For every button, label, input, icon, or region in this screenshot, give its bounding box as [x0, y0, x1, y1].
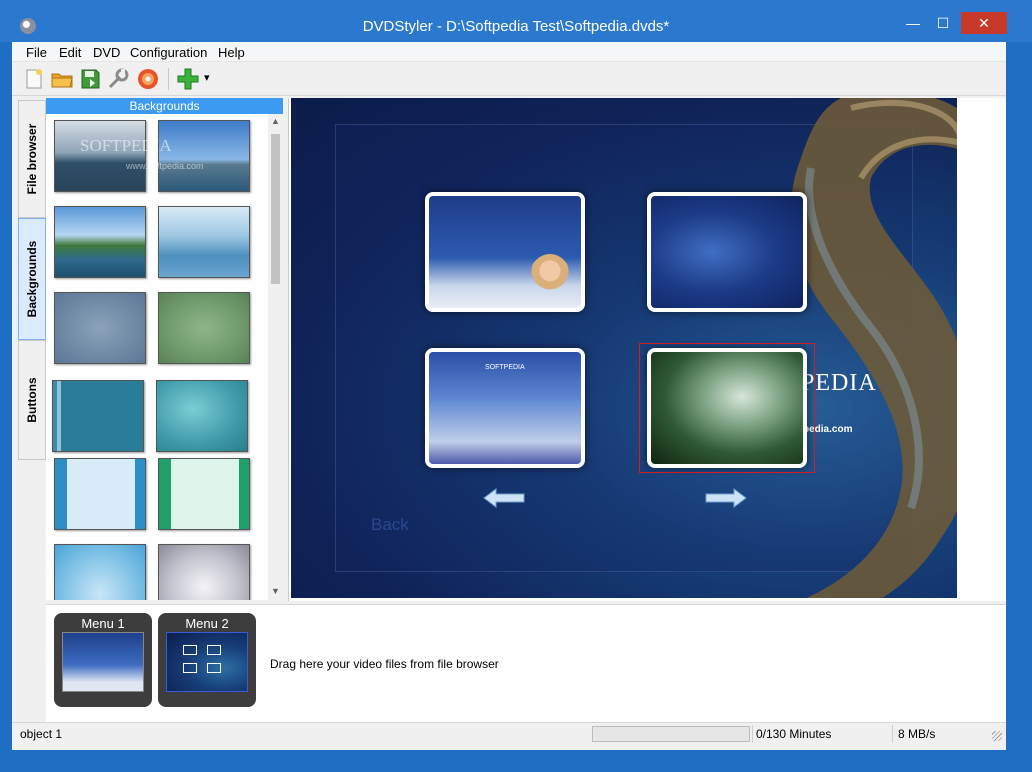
tab-file-browser[interactable]: File browser — [18, 100, 46, 218]
softpedia-watermark-url: www.softpedia.com — [126, 161, 204, 171]
menu-bar: File Edit DVD Configuration Help — [12, 42, 1006, 62]
scrollbar-thumb[interactable] — [271, 134, 280, 284]
background-thumbnail[interactable] — [158, 120, 250, 192]
toolbar-separator — [168, 68, 169, 90]
backgrounds-scrollbar[interactable]: ▲ ▼ — [268, 114, 283, 600]
arrow-left-icon[interactable] — [482, 487, 526, 509]
menu-edit[interactable]: Edit — [59, 45, 81, 60]
background-thumbnail[interactable] — [158, 206, 250, 278]
menu-card-2[interactable]: Menu 2 — [158, 613, 256, 707]
tab-backgrounds-label: Backgrounds — [25, 240, 39, 318]
open-project-icon[interactable] — [50, 67, 74, 91]
status-rate: 8 MB/s — [898, 727, 936, 741]
background-thumbnail[interactable] — [156, 380, 248, 452]
close-button[interactable]: ✕ — [961, 12, 1007, 34]
selection-frame — [639, 343, 815, 473]
settings-icon[interactable] — [106, 67, 130, 91]
status-progress-bar — [592, 726, 750, 742]
background-thumbnail[interactable] — [54, 544, 146, 600]
menu-button-2[interactable] — [647, 192, 807, 312]
menu-configuration[interactable]: Configuration — [130, 45, 207, 60]
backgrounds-list[interactable]: SOFTPEDIA www.softpedia.com — [46, 114, 268, 600]
resize-grip[interactable] — [992, 731, 1002, 741]
title-bar[interactable]: DVDStyler - D:\Softpedia Test\Softpedia.… — [0, 0, 1032, 42]
side-tabs: File browser Backgrounds Buttons — [18, 100, 46, 550]
background-thumbnail[interactable] — [54, 292, 146, 364]
background-thumbnail[interactable] — [158, 458, 250, 530]
menu-dvd[interactable]: DVD — [93, 45, 120, 60]
toolbar: ▾ — [12, 62, 1006, 96]
menu-card-2-preview — [166, 632, 248, 692]
backgrounds-panel-header: Backgrounds — [46, 98, 283, 114]
menu-editor-area[interactable]: PEDIA pedia.com SOFTPEDIA Back — [288, 98, 1006, 601]
status-bar: object 1 0/130 Minutes 8 MB/s — [12, 722, 1006, 744]
menu-card-1-preview — [62, 632, 144, 692]
drag-hint-text: Drag here your video files from file bro… — [270, 657, 499, 671]
tab-buttons-label: Buttons — [25, 377, 39, 423]
client-area: File Edit DVD Configuration Help ▾ File … — [12, 42, 1006, 750]
thumbnail-person — [529, 254, 571, 302]
menu-canvas[interactable]: PEDIA pedia.com SOFTPEDIA Back — [291, 98, 957, 598]
scroll-up-arrow-icon[interactable]: ▲ — [268, 116, 283, 126]
menu-card-1-label: Menu 1 — [81, 616, 125, 631]
maximize-button[interactable]: ☐ — [928, 12, 958, 34]
status-object: object 1 — [20, 727, 63, 741]
status-separator — [892, 725, 893, 743]
background-thumbnail[interactable] — [54, 458, 146, 530]
background-thumbnail[interactable] — [54, 120, 146, 192]
arrow-right-icon[interactable] — [704, 487, 748, 509]
background-thumbnail[interactable] — [54, 206, 146, 278]
tab-backgrounds[interactable]: Backgrounds — [18, 218, 46, 340]
scroll-down-arrow-icon[interactable]: ▼ — [268, 586, 283, 596]
status-minutes: 0/130 Minutes — [756, 727, 832, 741]
softpedia-watermark: SOFTPEDIA — [80, 136, 172, 155]
thumbnail-softpedia-label: SOFTPEDIA — [485, 364, 525, 371]
add-icon[interactable] — [176, 67, 200, 91]
menu-card-1[interactable]: Menu 1 — [54, 613, 152, 707]
window-title: DVDStyler - D:\Softpedia Test\Softpedia.… — [362, 18, 670, 35]
menu-button-1[interactable] — [425, 192, 585, 312]
app-window: DVDStyler - D:\Softpedia Test\Softpedia.… — [0, 0, 1032, 772]
add-dropdown-arrow[interactable]: ▾ — [204, 71, 210, 84]
back-button-text[interactable]: Back — [371, 515, 409, 535]
status-separator — [752, 725, 753, 743]
tab-buttons[interactable]: Buttons — [18, 340, 46, 460]
background-thumbnail[interactable] — [52, 380, 144, 452]
menu-button-3[interactable]: SOFTPEDIA — [425, 348, 585, 468]
save-project-icon[interactable] — [78, 67, 102, 91]
new-project-icon[interactable] — [22, 67, 46, 91]
background-thumbnail[interactable] — [158, 544, 250, 600]
menu-help[interactable]: Help — [218, 45, 245, 60]
background-thumbnail[interactable] — [158, 292, 250, 364]
burn-dvd-icon[interactable] — [136, 67, 160, 91]
tab-file-browser-label: File browser — [25, 123, 39, 195]
titleset-strip[interactable]: Menu 1 Menu 2 Drag here your video files… — [46, 604, 1006, 722]
menu-file[interactable]: File — [26, 45, 47, 60]
menu-card-2-label: Menu 2 — [185, 616, 229, 631]
minimize-button[interactable]: — — [898, 12, 928, 34]
